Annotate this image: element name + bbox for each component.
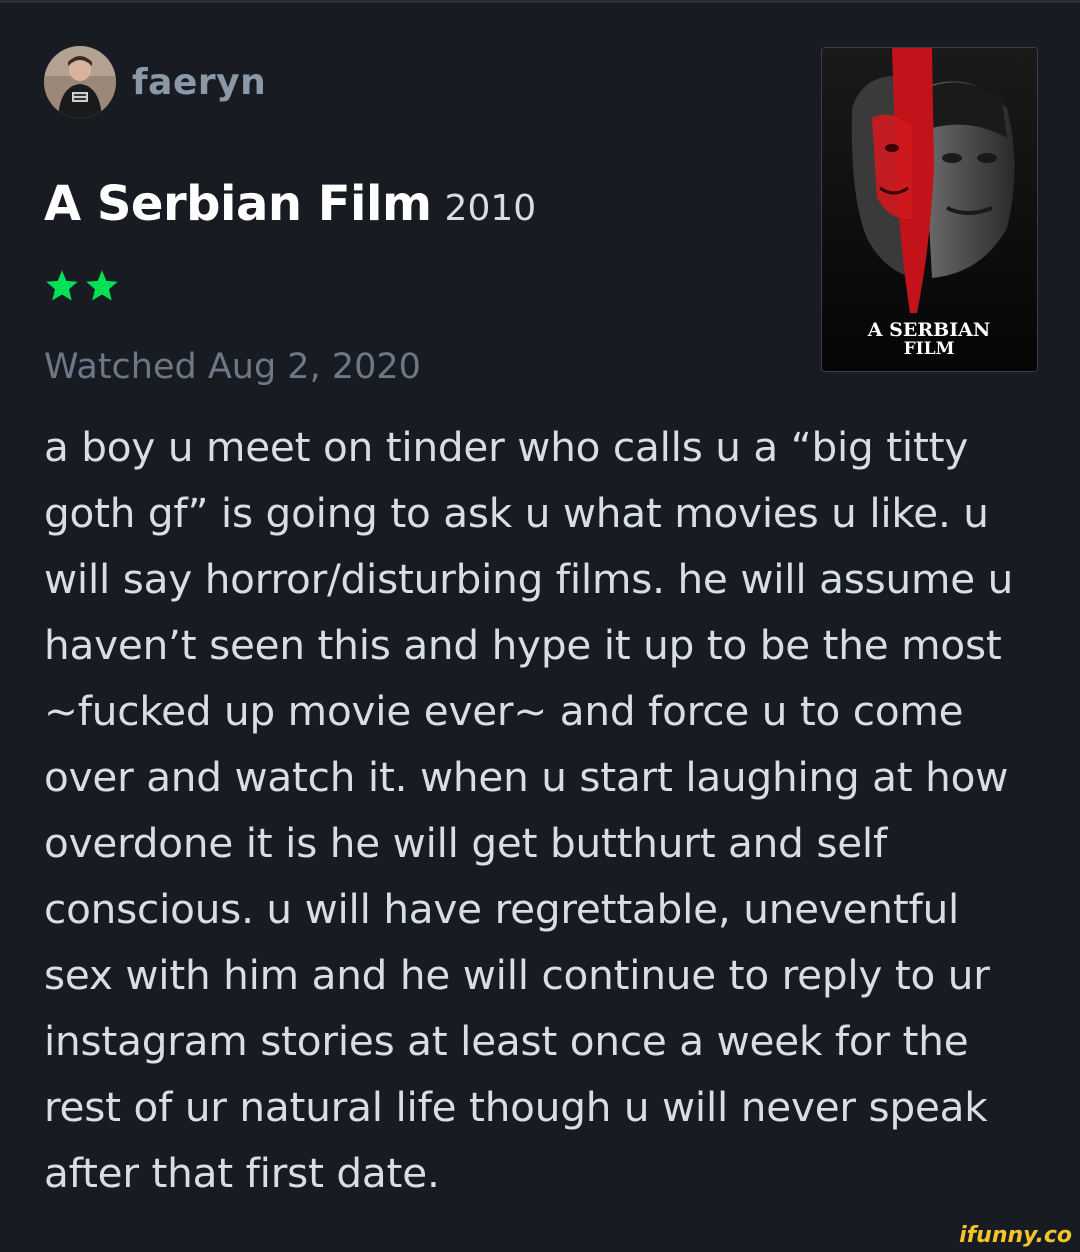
review-line: ~fucked up movie ever~ and force u to co… xyxy=(44,687,964,735)
poster-image: A SERBIAN FILM xyxy=(822,48,1037,371)
film-title[interactable]: A Serbian Film xyxy=(44,176,432,232)
review-header: faeryn xyxy=(44,46,266,118)
review-line: goth gf” is going to ask u what movies u… xyxy=(44,489,989,537)
review-line: overdone it is he will get butthurt and … xyxy=(44,819,888,867)
review-page: faeryn A Serbian Film 2010 Watched Aug 2… xyxy=(0,0,1080,1252)
review-line: rest of ur natural life though u will ne… xyxy=(44,1083,988,1131)
top-divider xyxy=(0,0,1080,3)
review-line: instagram stories at least once a week f… xyxy=(44,1017,969,1065)
review-line: after that first date. xyxy=(44,1149,440,1197)
review-line: sex with him and he will continue to rep… xyxy=(44,951,990,999)
film-poster[interactable]: A SERBIAN FILM xyxy=(821,47,1038,372)
film-year[interactable]: 2010 xyxy=(445,188,537,229)
watermark: ifunny.co xyxy=(959,1223,1072,1248)
review-line: conscious. u will have regrettable, unev… xyxy=(44,885,960,933)
review-body: a boy u meet on tinder who calls u a “bi… xyxy=(44,414,1044,1206)
star-icon xyxy=(46,270,78,301)
review-line: over and watch it. when u start laughing… xyxy=(44,753,1009,801)
star-icon xyxy=(86,270,118,301)
film-title-row: A Serbian Film 2010 xyxy=(44,176,536,232)
user-avatar[interactable] xyxy=(44,46,116,118)
poster-title-line1: A SERBIAN xyxy=(867,319,990,341)
star-rating xyxy=(44,268,120,304)
review-line: a boy u meet on tinder who calls u a “bi… xyxy=(44,423,969,471)
poster-title-line2: FILM xyxy=(904,339,955,359)
watched-date: Watched Aug 2, 2020 xyxy=(44,347,421,387)
review-line: will say horror/disturbing films. he wil… xyxy=(44,555,1014,603)
avatar-image xyxy=(44,46,116,118)
username[interactable]: faeryn xyxy=(132,62,266,103)
review-line: haven’t seen this and hype it up to be t… xyxy=(44,621,1002,669)
